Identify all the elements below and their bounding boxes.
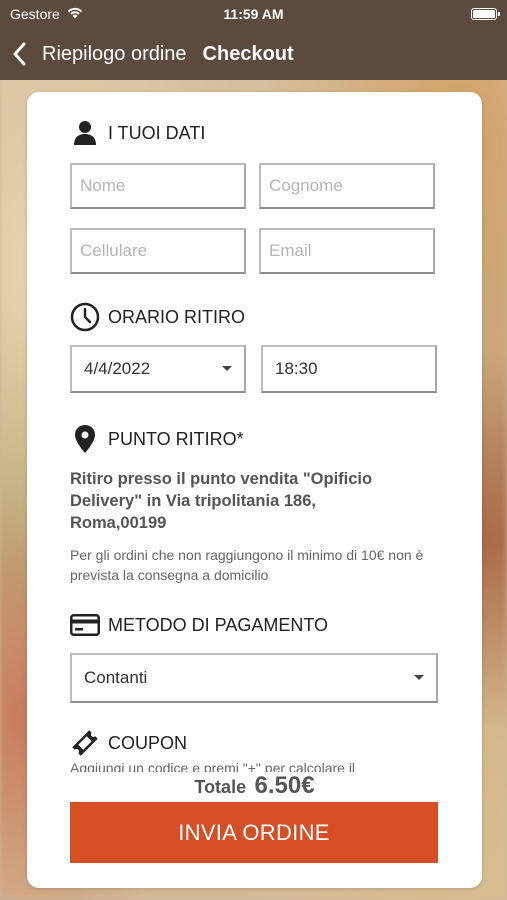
- battery-icon: [471, 8, 500, 20]
- navigation-bar: Riepilogo ordine Checkout: [0, 28, 507, 80]
- clock-icon: [70, 302, 100, 332]
- coupon-hint: Aggiungi un codice e premi "+" per calco…: [70, 760, 356, 772]
- section-title: METODO DI PAGAMENTO: [108, 614, 329, 635]
- section-coupon: COUPON: [70, 728, 187, 758]
- payment-method-select[interactable]: Contanti: [70, 653, 438, 703]
- order-total: Totale 6.50€: [27, 772, 482, 800]
- status-time: 11:59 AM: [223, 6, 284, 22]
- wifi-icon: [66, 6, 84, 22]
- payment-method-value: Contanti: [84, 668, 148, 687]
- time-picker[interactable]: 18:30: [261, 345, 437, 393]
- total-amount: 6.50€: [254, 772, 315, 799]
- email-field[interactable]: Email: [259, 228, 435, 274]
- chevron-left-icon[interactable]: [12, 40, 34, 68]
- section-title: PUNTO RITIRO*: [108, 428, 244, 449]
- section-personal-data: I TUOI DATI: [70, 118, 205, 148]
- section-pickup-time: ORARIO RITIRO: [70, 302, 245, 332]
- section-title: I TUOI DATI: [108, 122, 206, 143]
- back-button[interactable]: Riepilogo ordine: [42, 43, 187, 66]
- pickup-address: Ritiro presso il punto vendita "Opificio…: [70, 470, 373, 532]
- total-label: Totale: [194, 777, 247, 797]
- phone-field[interactable]: Cellulare: [70, 228, 246, 274]
- checkout-card: I TUOI DATI Nome Cognome Cellulare Email…: [27, 92, 482, 888]
- section-title: COUPON: [108, 732, 188, 753]
- ticket-icon: [70, 728, 100, 758]
- date-picker[interactable]: 4/4/2022: [70, 345, 246, 393]
- carrier-label: Gestore: [10, 6, 60, 22]
- chevron-down-icon: [414, 675, 424, 680]
- section-payment: METODO DI PAGAMENTO: [70, 610, 328, 640]
- status-bar: Gestore 11:59 AM: [0, 0, 507, 28]
- status-left: Gestore: [10, 6, 84, 22]
- credit-card-icon: [70, 610, 100, 640]
- user-icon: [70, 118, 100, 148]
- first-name-field[interactable]: Nome: [70, 163, 246, 209]
- section-pickup-point: PUNTO RITIRO*: [70, 424, 244, 454]
- section-title: ORARIO RITIRO: [108, 306, 246, 327]
- map-pin-icon: [70, 424, 100, 454]
- delivery-note: Per gli ordini che non raggiungono il mi…: [70, 547, 424, 583]
- submit-order-button[interactable]: INVIA ORDINE: [70, 802, 438, 863]
- page-title: Checkout: [202, 42, 294, 65]
- date-value: 4/4/2022: [84, 359, 151, 378]
- time-value: 18:30: [275, 359, 318, 378]
- chevron-down-icon: [222, 366, 232, 371]
- last-name-field[interactable]: Cognome: [259, 163, 435, 209]
